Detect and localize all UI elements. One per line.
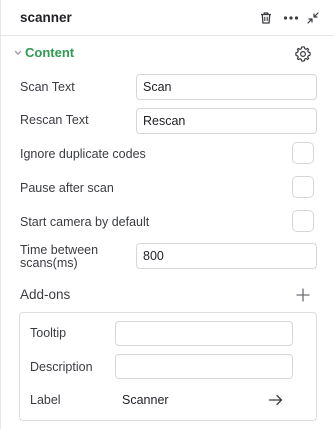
ignore-duplicates-label: Ignore duplicate codes xyxy=(20,147,146,161)
start-camera-checkbox[interactable] xyxy=(292,210,314,232)
rescan-text-label: Rescan Text xyxy=(20,113,89,127)
collapse-icon[interactable] xyxy=(304,9,322,27)
scan-text-input[interactable]: Scan xyxy=(136,74,317,100)
pause-after-scan-label: Pause after scan xyxy=(20,181,114,195)
content-section-header[interactable]: Content xyxy=(1,37,334,69)
more-icon[interactable] xyxy=(282,9,300,27)
pause-after-scan-checkbox[interactable] xyxy=(292,176,314,198)
label-label: Label xyxy=(30,393,61,407)
ignore-duplicates-checkbox[interactable] xyxy=(292,142,314,164)
label-value: Scanner xyxy=(122,393,169,407)
chevron-down-icon[interactable] xyxy=(14,49,22,57)
panel-header: scanner xyxy=(1,0,334,36)
properties-panel: scanner Content Scan Text Scan Rescan Te… xyxy=(0,0,334,429)
description-label: Description xyxy=(30,360,93,374)
addons-title: Add-ons xyxy=(20,287,71,302)
time-between-label-line2: scans(ms) xyxy=(20,256,78,270)
addons-box: Tooltip Description Label Scanner xyxy=(19,312,317,421)
time-between-label: Time between scans(ms) xyxy=(20,244,98,270)
trash-icon[interactable] xyxy=(257,9,275,27)
rescan-text-input[interactable]: Rescan xyxy=(136,108,317,134)
description-input[interactable] xyxy=(115,354,293,379)
tooltip-input[interactable] xyxy=(115,321,293,346)
start-camera-label: Start camera by default xyxy=(20,215,150,229)
gear-icon[interactable] xyxy=(294,45,312,63)
tooltip-label: Tooltip xyxy=(30,326,67,340)
time-between-input[interactable]: 800 xyxy=(136,243,317,269)
section-title: Content xyxy=(25,45,75,60)
plus-icon[interactable] xyxy=(295,287,311,303)
arrow-right-icon[interactable] xyxy=(268,393,284,407)
scan-text-label: Scan Text xyxy=(20,80,75,94)
component-title: scanner xyxy=(20,10,72,25)
